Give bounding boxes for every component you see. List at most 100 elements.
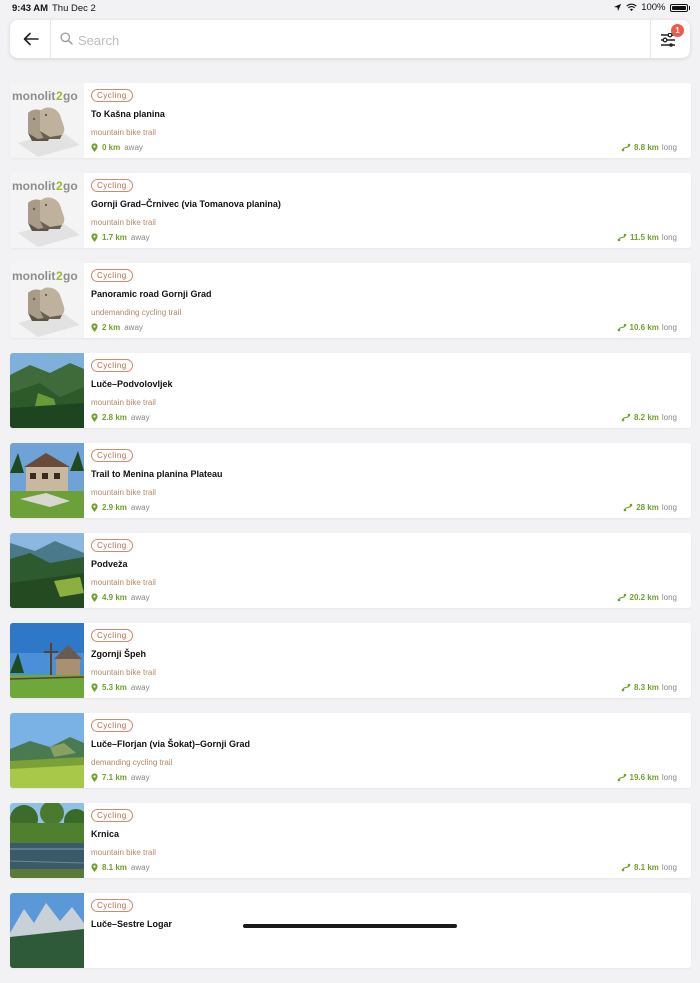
distance-unit-label: away (130, 503, 150, 512)
home-indicator[interactable] (243, 924, 457, 928)
trail-type: mountain bike trail (91, 578, 156, 587)
distance-away: 7.1 km away (91, 773, 150, 782)
location-pin-icon (91, 143, 98, 152)
category-badge: Cycling (91, 719, 133, 732)
route-icon (617, 323, 626, 332)
distance-value: 5.3 km (102, 683, 127, 692)
battery-icon (669, 3, 688, 12)
location-arrow-icon (614, 3, 622, 12)
battery-percent: 100% (641, 2, 666, 13)
svg-text:go: go (63, 89, 78, 103)
route-icon (621, 413, 631, 422)
length-unit-label: long (661, 503, 677, 512)
length-unit-label: long (661, 863, 677, 872)
length-value: 28 km (636, 503, 659, 512)
length-unit-label: long (661, 593, 677, 602)
status-time: 9:43 AM (12, 3, 49, 14)
trail-title: Gornji Grad–Črnivec (via Tomanova planin… (91, 199, 281, 209)
length-value: 8.1 km (633, 863, 659, 872)
trail-thumbnail (10, 893, 84, 968)
length-unit-label: long (661, 413, 677, 422)
trail-title: Trail to Menina planina Plateau (91, 469, 223, 479)
trail-length: 28 km long (623, 503, 677, 512)
trail-length: 11.5 km long (617, 233, 677, 242)
trail-card[interactable]: Cycling Luče–Florjan (via Šokat)–Gornji G… (10, 713, 691, 788)
trail-card[interactable]: Cycling Zgornji Špeh mountain bike trail 5.… (10, 623, 691, 698)
trail-length: 10.6 km long (617, 323, 677, 332)
back-button[interactable] (18, 26, 44, 52)
distance-away: 4.9 km away (91, 593, 150, 602)
svg-text:monolit: monolit (12, 89, 55, 103)
category-badge: Cycling (91, 89, 133, 102)
length-unit-label: long (661, 683, 677, 692)
trail-card[interactable]: monolit 2 go Cycling Gornji Grad–Črnivec … (10, 173, 691, 248)
distance-value: 1.7 km (102, 233, 127, 242)
divider (650, 20, 651, 58)
svg-text:monolit: monolit (12, 179, 55, 193)
category-badge: Cycling (91, 809, 133, 822)
status-right: 100% (613, 2, 690, 13)
location-pin-icon (91, 863, 98, 872)
trail-card[interactable]: Cycling Krnica mountain bike trail 8.1 km aw… (10, 803, 691, 878)
trail-card[interactable]: Cycling Luče–Podvolovljek mountain bike tr… (10, 353, 691, 428)
trail-card[interactable]: Cycling Podveža mountain bike trail 4.9 km a… (10, 533, 691, 608)
category-badge: Cycling (91, 629, 133, 642)
status-bar: 9:43 AM Thu Dec 2 100% (0, 0, 700, 18)
distance-away: 2.9 km away (91, 503, 150, 512)
trail-title: To Kašna planina (91, 109, 165, 119)
length-unit-label: long (661, 323, 677, 332)
wifi-icon (626, 3, 637, 12)
length-value: 10.6 km (629, 323, 659, 332)
length-unit-label: long (661, 233, 677, 242)
location-pin-icon (91, 683, 98, 692)
distance-value: 4.9 km (102, 593, 127, 602)
trail-thumbnail (10, 713, 84, 788)
trail-length: 20.2 km long (617, 593, 677, 602)
trail-card[interactable]: monolit 2 go Cycling To Kašna planina moun… (10, 83, 691, 158)
trail-thumbnail: monolit 2 go (10, 83, 84, 158)
route-icon (621, 683, 631, 692)
category-badge: Cycling (91, 359, 133, 372)
trail-card[interactable]: Cycling Luče–Sestre Logar (10, 893, 691, 968)
svg-text:2: 2 (56, 179, 63, 193)
distance-unit-label: away (130, 773, 150, 782)
location-pin-icon (91, 773, 98, 782)
location-pin-icon (91, 323, 98, 332)
length-unit-label: long (661, 773, 677, 782)
category-badge: Cycling (91, 899, 133, 912)
distance-unit-label: away (130, 413, 150, 422)
svg-text:go: go (63, 269, 78, 283)
distance-value: 0 km (102, 143, 121, 152)
length-value: 8.3 km (633, 683, 659, 692)
trail-title: Luče–Florjan (via Šokat)–Gornji Grad (91, 739, 251, 749)
trail-thumbnail: monolit 2 go (10, 263, 84, 338)
distance-value: 8.1 km (102, 863, 127, 872)
trail-title: Luče–Podvolovljek (91, 379, 173, 389)
status-date: Thu Dec 2 (52, 3, 96, 14)
route-icon (621, 143, 631, 152)
distance-away: 2 km away (91, 323, 143, 332)
route-icon (617, 773, 626, 782)
distance-value: 2.8 km (102, 413, 127, 422)
svg-text:monolit: monolit (12, 269, 55, 283)
filter-count-badge: 1 (671, 24, 684, 37)
route-icon (617, 233, 627, 242)
trail-length: 8.8 km long (621, 143, 677, 152)
distance-unit-label: away (124, 323, 143, 332)
length-value: 11.5 km (629, 233, 659, 242)
trail-card[interactable]: Cycling Trail to Menina planina Plateau mo… (10, 443, 691, 518)
trail-thumbnail (10, 803, 84, 878)
location-pin-icon (91, 503, 98, 512)
trail-type: mountain bike trail (91, 218, 156, 227)
divider (50, 20, 51, 58)
arrow-left-icon (23, 32, 39, 46)
trail-title: Panoramic road Gornji Grad (91, 289, 212, 299)
trail-thumbnail (10, 623, 84, 698)
category-badge: Cycling (91, 539, 133, 552)
search-input[interactable] (76, 29, 640, 51)
trail-list: monolit 2 go Cycling To Kašna planina moun… (10, 83, 691, 983)
distance-unit-label: away (130, 593, 150, 602)
category-badge: Cycling (91, 179, 133, 192)
trail-type: demanding cycling trail (91, 758, 173, 767)
trail-card[interactable]: monolit 2 go Cycling Panoramic road Gornj… (10, 263, 691, 338)
